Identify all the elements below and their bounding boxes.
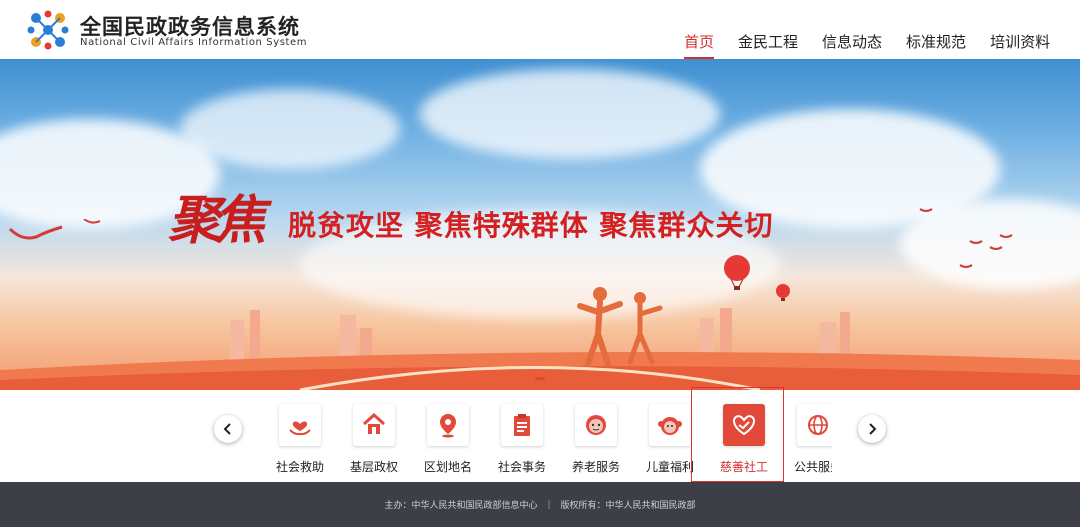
- hot-air-balloon-icon: [724, 255, 750, 290]
- service-icon-box: [575, 404, 617, 446]
- chevron-left-icon: [223, 423, 231, 435]
- service-icon-box: [501, 404, 543, 446]
- service-place-names[interactable]: 区划地名: [411, 404, 485, 474]
- service-label: 社会救助: [275, 460, 324, 474]
- service-elderly-care[interactable]: 养老服务: [559, 404, 633, 474]
- service-label: 区划地名: [423, 460, 472, 474]
- service-grassroots[interactable]: 基层政权: [337, 404, 411, 474]
- service-icon-box: [797, 404, 832, 446]
- hot-air-balloon-small-icon: [776, 284, 790, 301]
- nav-news[interactable]: 信息动态: [816, 31, 888, 57]
- carousel-next-button[interactable]: [858, 415, 886, 443]
- service-icon-box: [649, 404, 691, 446]
- hands-heart-icon: [289, 421, 311, 436]
- map-pin-icon: [440, 414, 456, 438]
- house-icon: [362, 412, 386, 434]
- globe-icon: [808, 415, 828, 435]
- service-icon-box: [353, 404, 395, 446]
- slogan-headline: 聚焦: [168, 190, 266, 251]
- bird-flock-right: [919, 208, 1013, 268]
- selection-highlight: [691, 387, 784, 482]
- footer-separator: |: [547, 499, 551, 510]
- service-icon-box: [427, 404, 469, 446]
- service-label: 社会事务: [497, 460, 546, 474]
- footer-host: 主办：中华人民共和国民政部信息中心: [384, 501, 538, 511]
- banner-slogan: 聚焦 脱贫攻坚 聚焦特殊群体 聚焦群众关切: [168, 184, 908, 254]
- nav-home[interactable]: 首页: [678, 31, 720, 59]
- nav-standards[interactable]: 标准规范: [900, 31, 972, 57]
- brand-subtitle: National Civil Affairs Information Syste…: [80, 37, 308, 48]
- site-header: 全国民政政务信息系统 National Civil Affairs Inform…: [0, 0, 1080, 59]
- hero-banner[interactable]: 聚焦 脱贫攻坚 聚焦特殊群体 聚焦群众关切: [0, 59, 1080, 390]
- carousel-prev-button[interactable]: [214, 415, 242, 443]
- logo-icon[interactable]: [26, 9, 70, 51]
- service-label: 基层政权: [349, 460, 398, 474]
- child-face-icon: [658, 417, 682, 435]
- service-carousel: 社会救助 基层政权 区划地名 社会事务 养老服务 儿童福利 慈善社工 公共服: [0, 390, 1080, 482]
- service-social-affairs[interactable]: 社会事务: [485, 404, 559, 474]
- main-nav: 首页 金民工程 信息动态 标准规范 培训资料: [678, 31, 1068, 59]
- runners-silhouette: [577, 287, 663, 367]
- carousel-indicator[interactable]: [535, 377, 545, 380]
- service-public-services[interactable]: 公共服务: [781, 404, 832, 474]
- service-label: 养老服务: [571, 460, 620, 474]
- clipboard-icon: [514, 414, 530, 436]
- cloud: [420, 69, 720, 159]
- service-icon-box: [279, 404, 321, 446]
- service-social-assistance[interactable]: 社会救助: [263, 404, 337, 474]
- cloud: [180, 89, 400, 169]
- chevron-right-icon: [869, 423, 877, 435]
- footer-copyright: 版权所有：中华人民共和国民政部: [560, 501, 696, 511]
- nav-jinmin-project[interactable]: 金民工程: [732, 31, 804, 57]
- service-label: 公共服务: [793, 460, 832, 474]
- slogan-text: 脱贫攻坚 聚焦特殊群体 聚焦群众关切: [288, 209, 774, 242]
- nav-training[interactable]: 培训资料: [984, 31, 1056, 57]
- bird-flock-left: [8, 219, 101, 240]
- elder-face-icon: [586, 415, 606, 435]
- site-footer: 主办：中华人民共和国民政部信息中心 | 版权所有：中华人民共和国民政部: [0, 482, 1080, 527]
